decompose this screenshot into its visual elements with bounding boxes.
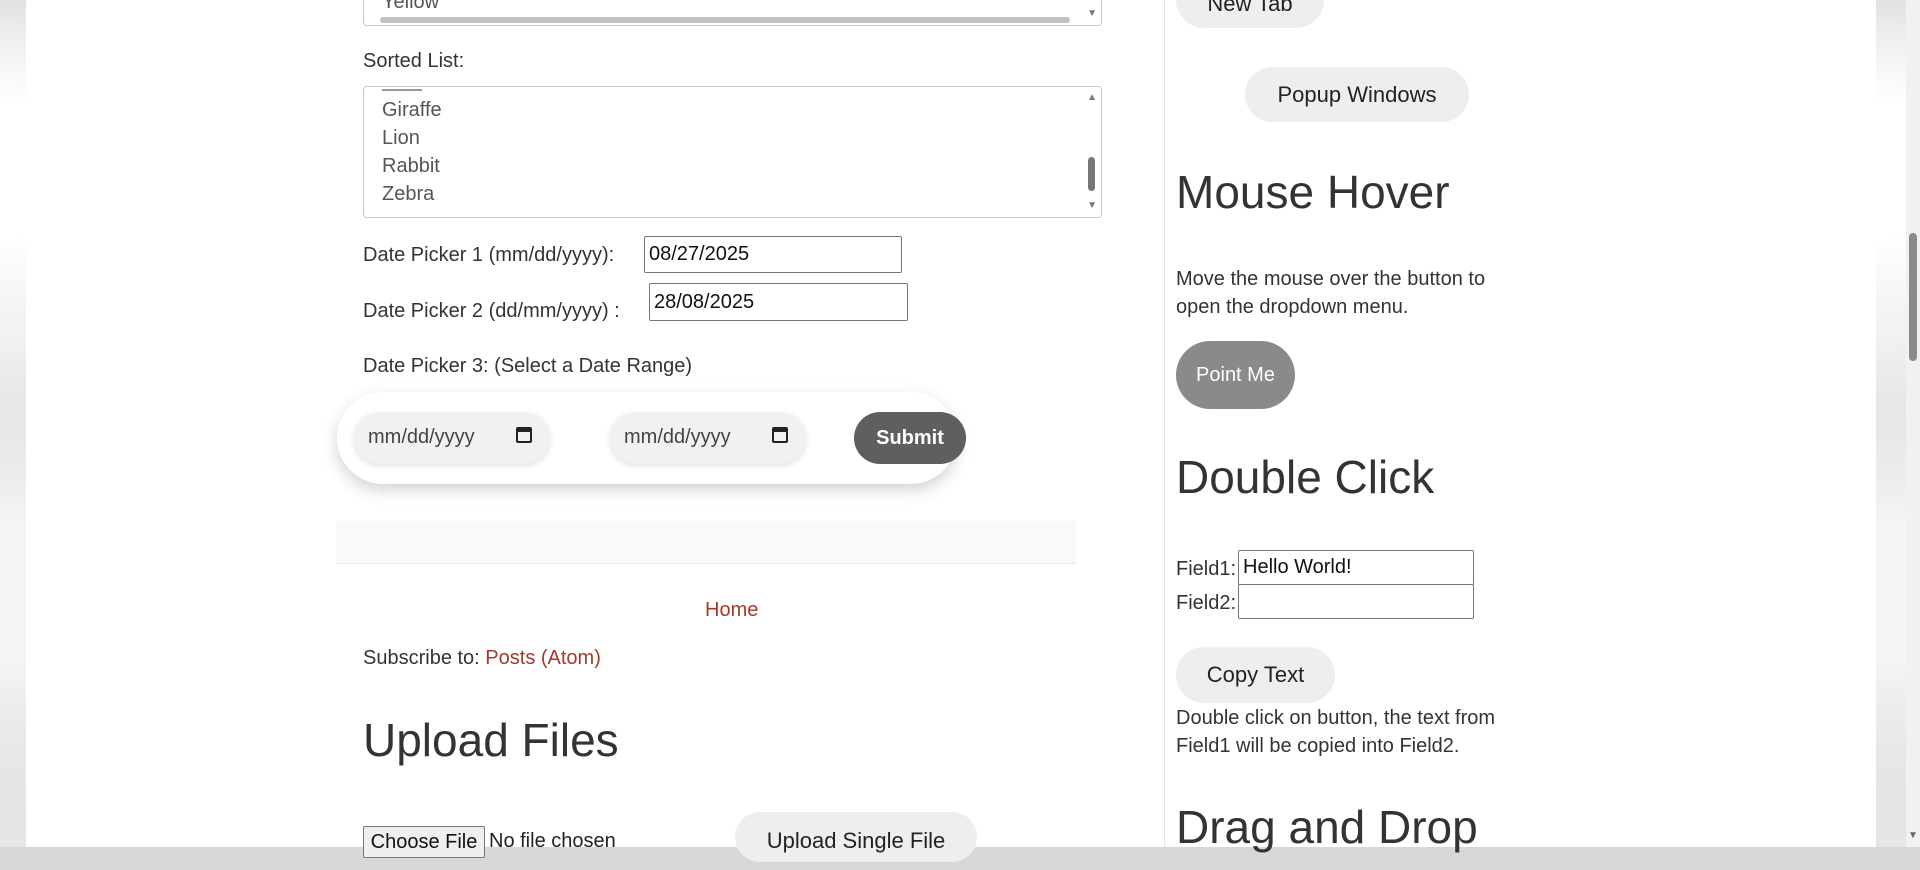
- background-left-edge: [0, 0, 26, 847]
- home-link[interactable]: Home: [705, 599, 758, 622]
- page-scroll-thumb[interactable]: [1909, 233, 1917, 361]
- colors-listbox[interactable]: Yellow ▼: [363, 0, 1102, 26]
- horizontal-scrollbar[interactable]: [380, 17, 1070, 23]
- posts-atom-link[interactable]: Posts (Atom): [485, 647, 601, 669]
- mouse-hover-description-line1: Move the mouse over the button to: [1176, 268, 1486, 290]
- calendar-icon[interactable]: [516, 427, 532, 443]
- date-picker-2-input[interactable]: [649, 283, 908, 321]
- subscribe-line: Subscribe to: Posts (Atom): [363, 647, 601, 670]
- double-click-description-line1: Double click on button, the text from: [1176, 707, 1496, 729]
- point-me-button[interactable]: Point Me: [1176, 341, 1295, 409]
- scroll-up-arrow-icon[interactable]: ▲: [1087, 93, 1097, 103]
- date-range-card: mm/dd/yyyy mm/dd/yyyy Submit: [337, 392, 966, 484]
- date-picker-1-input[interactable]: [644, 236, 902, 273]
- sorted-listbox[interactable]: Giraffe Lion Rabbit Zebra ▲ ▼: [363, 86, 1102, 218]
- new-tab-button[interactable]: New Tab: [1176, 0, 1324, 28]
- copy-text-button[interactable]: Copy Text: [1176, 647, 1335, 703]
- field2-label: Field2:: [1176, 592, 1237, 614]
- list-item[interactable]: Giraffe: [382, 99, 442, 122]
- popup-windows-button[interactable]: Popup Windows: [1245, 67, 1469, 122]
- field1-label: Field1:: [1176, 558, 1237, 580]
- list-item[interactable]: Yellow: [382, 0, 439, 14]
- list-item[interactable]: Zebra: [382, 183, 434, 206]
- column-divider: [1164, 0, 1165, 847]
- upload-single-file-button[interactable]: Upload Single File: [735, 812, 977, 862]
- footer-bar: [336, 521, 1076, 564]
- scroll-down-arrow-icon[interactable]: ▼: [1087, 201, 1097, 211]
- end-date-placeholder: mm/dd/yyyy: [624, 426, 731, 448]
- page-scrollbar[interactable]: ▼: [1906, 0, 1920, 847]
- double-click-heading: Double Click: [1176, 451, 1435, 503]
- double-click-description-line2: Field1 will be copied into Field2.: [1176, 735, 1460, 757]
- subscribe-prefix: Subscribe to:: [363, 647, 486, 669]
- field2-input[interactable]: [1238, 584, 1474, 619]
- upload-files-heading: Upload Files: [363, 714, 619, 766]
- end-date-input[interactable]: mm/dd/yyyy: [610, 412, 806, 464]
- date-picker-2-label: Date Picker 2 (dd/mm/yyyy) :: [363, 300, 620, 322]
- list-item[interactable]: Rabbit: [382, 155, 440, 178]
- scroll-down-arrow-icon[interactable]: ▼: [1087, 9, 1097, 19]
- choose-file-button[interactable]: Choose File: [363, 826, 485, 858]
- field1-input[interactable]: [1238, 550, 1474, 585]
- partial-item-cut: [382, 87, 422, 91]
- calendar-icon[interactable]: [772, 427, 788, 443]
- file-status-text: No file chosen: [489, 830, 616, 852]
- sorted-list-label: Sorted List:: [363, 50, 465, 72]
- background-right-edge: [1876, 0, 1906, 847]
- date-picker-1-label: Date Picker 1 (mm/dd/yyyy):: [363, 244, 615, 266]
- submit-button[interactable]: Submit: [854, 412, 966, 464]
- scroll-down-arrow-icon[interactable]: ▼: [1908, 830, 1918, 841]
- mouse-hover-description-line2: open the dropdown menu.: [1176, 296, 1409, 318]
- vertical-scrollbar[interactable]: [1085, 89, 1099, 215]
- drag-and-drop-heading: Drag and Drop: [1176, 801, 1478, 853]
- list-item[interactable]: Lion: [382, 127, 420, 150]
- mouse-hover-heading: Mouse Hover: [1176, 166, 1450, 218]
- scroll-thumb[interactable]: [1088, 157, 1095, 191]
- date-picker-3-label: Date Picker 3: (Select a Date Range): [363, 355, 693, 377]
- start-date-input[interactable]: mm/dd/yyyy: [354, 412, 550, 464]
- start-date-placeholder: mm/dd/yyyy: [368, 426, 475, 448]
